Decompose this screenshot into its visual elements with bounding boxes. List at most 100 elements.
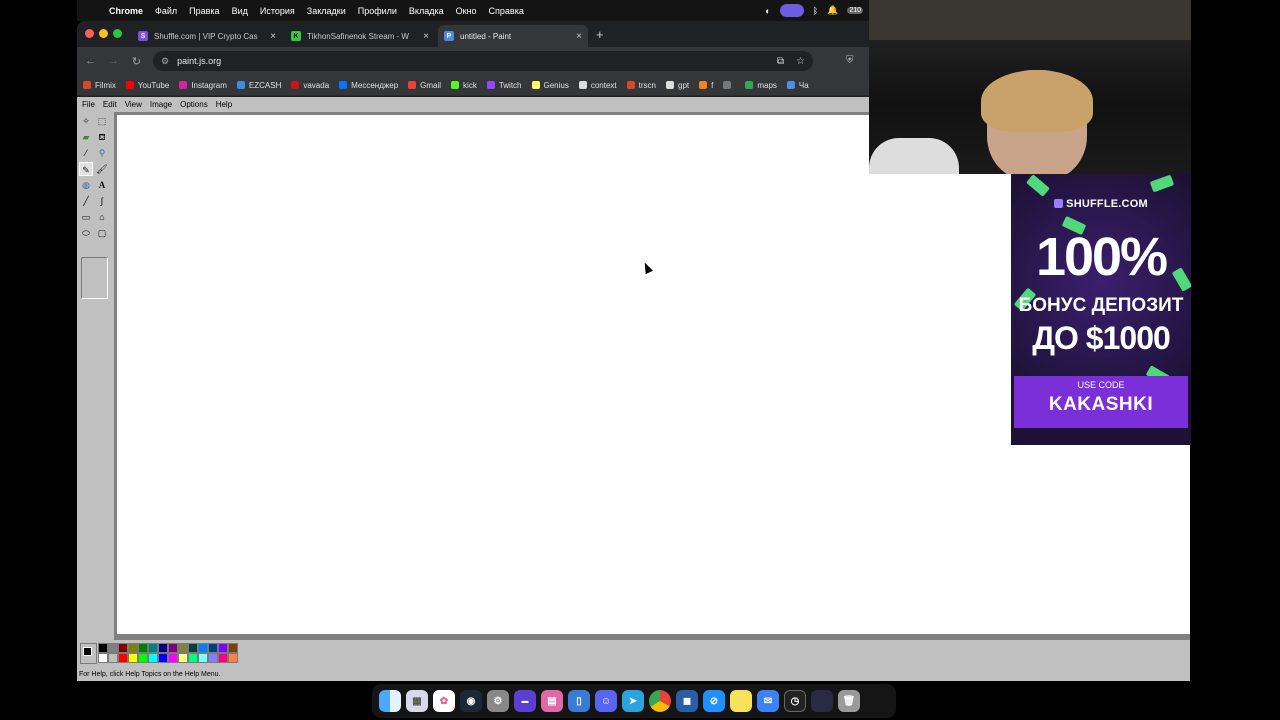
current-colors[interactable]: [80, 643, 97, 664]
bookmark-item[interactable]: Gmail: [408, 81, 441, 90]
discord-icon[interactable]: ☺: [595, 690, 617, 712]
menubar-item-tab[interactable]: Вкладка: [403, 6, 450, 16]
palette-swatch[interactable]: [188, 653, 198, 663]
trash-icon[interactable]: 🗑: [838, 690, 860, 712]
menubar-item-view[interactable]: Вид: [226, 6, 254, 16]
forward-arrow-icon[interactable]: →: [102, 55, 125, 67]
menubar-item-edit[interactable]: Правка: [183, 6, 225, 16]
tab-shuffle[interactable]: S Shuffle.com | VIP Crypto Cas ×: [132, 25, 282, 47]
menubar-item-help[interactable]: Справка: [483, 6, 530, 16]
palette-swatch[interactable]: [158, 653, 168, 663]
extension-shield-icon[interactable]: ⛨: [846, 55, 854, 66]
bookmark-item[interactable]: Мессенджер: [339, 81, 398, 90]
palette-swatch[interactable]: [228, 643, 238, 653]
app-icon[interactable]: ▬: [514, 690, 536, 712]
back-arrow-icon[interactable]: ←: [79, 55, 102, 67]
palette-swatch[interactable]: [158, 643, 168, 653]
tool-options-box[interactable]: [81, 257, 108, 299]
notification-icon[interactable]: 🔔: [827, 5, 838, 16]
color-picker-icon[interactable]: ⁄: [79, 146, 93, 160]
brush-icon[interactable]: 🖌: [95, 162, 109, 176]
line-tool-icon[interactable]: ╱: [79, 194, 93, 208]
steam-icon[interactable]: ◉: [460, 690, 482, 712]
maximize-window-button[interactable]: [113, 29, 122, 38]
bookmark-item[interactable]: kick: [451, 81, 477, 90]
palette-swatch[interactable]: [108, 653, 118, 663]
palette-swatch[interactable]: [108, 643, 118, 653]
new-tab-button[interactable]: +: [596, 27, 604, 42]
mail-icon[interactable]: ✉: [757, 690, 779, 712]
palette-swatch[interactable]: [178, 643, 188, 653]
menubar-item-file[interactable]: Файл: [149, 6, 183, 16]
palette-swatch[interactable]: [98, 643, 108, 653]
free-select-icon[interactable]: ✧: [79, 114, 93, 128]
palette-swatch[interactable]: [168, 643, 178, 653]
bookmark-item[interactable]: context: [578, 81, 617, 90]
app-icon[interactable]: [811, 690, 833, 712]
app-icon[interactable]: ◼: [676, 690, 698, 712]
close-tab-icon[interactable]: ×: [576, 31, 582, 42]
polygon-tool-icon[interactable]: ⌂: [95, 210, 109, 224]
address-bar[interactable]: ⚙ paint.js.org ⧉ ☆: [153, 51, 813, 71]
telegram-icon[interactable]: ➤: [622, 690, 644, 712]
magnifier-icon[interactable]: ⚲: [95, 146, 109, 160]
paint-menu-file[interactable]: File: [79, 100, 98, 109]
site-info-icon[interactable]: ⚙: [161, 56, 169, 67]
paint-menu-help[interactable]: Help: [213, 100, 235, 109]
bookmark-item[interactable]: Twitch: [486, 81, 522, 90]
app-icon[interactable]: ▤: [541, 690, 563, 712]
rounded-rect-tool-icon[interactable]: ▢: [95, 226, 109, 240]
palette-swatch[interactable]: [128, 643, 138, 653]
palette-swatch[interactable]: [118, 643, 128, 653]
palette-swatch[interactable]: [128, 653, 138, 663]
paint-menu-options[interactable]: Options: [177, 100, 211, 109]
palette-swatch[interactable]: [208, 643, 218, 653]
palette-swatch[interactable]: [208, 653, 218, 663]
bookmark-item[interactable]: Instagram: [179, 81, 227, 90]
launchpad-icon[interactable]: ▦: [406, 690, 428, 712]
palette-swatch[interactable]: [178, 653, 188, 663]
palette-swatch[interactable]: [198, 643, 208, 653]
bookmark-item[interactable]: gpt: [666, 81, 689, 90]
close-window-button[interactable]: [85, 29, 94, 38]
notification-count-badge[interactable]: 210: [847, 7, 863, 14]
curve-tool-icon[interactable]: ∫: [95, 194, 109, 208]
system-settings-icon[interactable]: ⚙: [487, 690, 509, 712]
bookmark-item[interactable]: Filmix: [83, 81, 116, 90]
paint-menu-edit[interactable]: Edit: [100, 100, 120, 109]
palette-swatch[interactable]: [148, 643, 158, 653]
install-app-icon[interactable]: ⧉: [777, 56, 784, 67]
photos-icon[interactable]: ✿: [433, 690, 455, 712]
bluetooth-icon[interactable]: ᛒ: [813, 6, 818, 16]
menubar-item-history[interactable]: История: [254, 6, 301, 16]
close-tab-icon[interactable]: ×: [423, 31, 429, 42]
reload-icon[interactable]: ↻: [125, 55, 148, 68]
rect-select-icon[interactable]: ⬚: [95, 114, 109, 128]
bookmark-item[interactable]: EZCASH: [236, 81, 281, 90]
palette-swatch[interactable]: [168, 653, 178, 663]
safari-icon[interactable]: ⊘: [703, 690, 725, 712]
tab-kick-stream[interactable]: K TikhonSafinenok Stream - W ×: [285, 25, 435, 47]
tab-paint[interactable]: P untitled - Paint ×: [438, 25, 588, 47]
palette-swatch[interactable]: [218, 643, 228, 653]
bookmark-item[interactable]: YouTube: [125, 81, 169, 90]
activity-monitor-icon[interactable]: ◷: [784, 690, 806, 712]
palette-swatch[interactable]: [118, 653, 128, 663]
notes-icon[interactable]: [730, 690, 752, 712]
menubar-app-name[interactable]: Chrome: [103, 6, 149, 16]
paint-menu-image[interactable]: Image: [147, 100, 175, 109]
finder-icon[interactable]: [379, 690, 401, 712]
bookmark-item[interactable]: maps: [745, 81, 777, 90]
app-icon[interactable]: ▯: [568, 690, 590, 712]
menubar-item-profiles[interactable]: Профили: [352, 6, 403, 16]
bookmark-item[interactable]: f: [699, 81, 713, 90]
text-tool-icon[interactable]: A: [95, 178, 109, 192]
paint-menu-view[interactable]: View: [122, 100, 145, 109]
ellipse-tool-icon[interactable]: ⬭: [79, 226, 93, 240]
palette-swatch[interactable]: [138, 643, 148, 653]
pencil-icon[interactable]: ✎: [79, 162, 93, 176]
bookmark-item[interactable]: Genius: [531, 81, 569, 90]
bookmark-item[interactable]: [723, 81, 735, 89]
menubar-item-window[interactable]: Окно: [450, 6, 483, 16]
bookmark-item[interactable]: Ча: [786, 81, 809, 90]
